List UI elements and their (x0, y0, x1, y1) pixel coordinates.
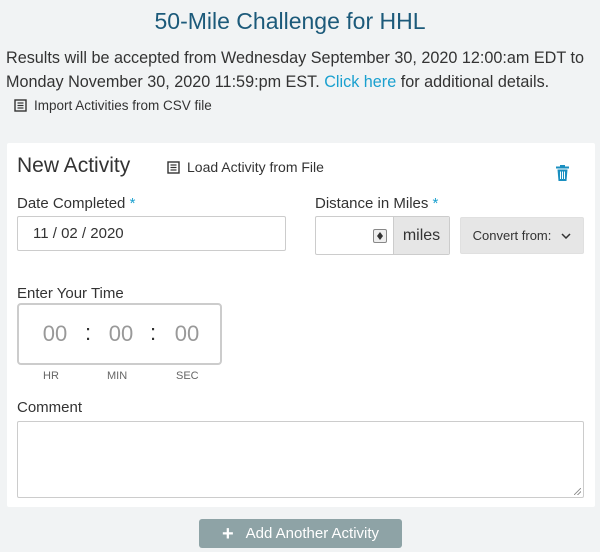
date-field[interactable] (17, 216, 286, 251)
document-icon (14, 99, 27, 112)
required-mark: * (129, 195, 136, 212)
plus-icon: + (221, 522, 234, 545)
page-title: 50-Mile Challenge for HHL (154, 8, 426, 34)
date-label: Date Completed * (17, 195, 135, 212)
distance-label-text: Distance in Miles (315, 195, 429, 212)
hours-field[interactable]: 00 (33, 321, 77, 347)
details-link[interactable]: Click here (324, 73, 396, 91)
seconds-caption: SEC (176, 370, 199, 382)
time-label: Enter Your Time (17, 285, 124, 302)
time-separator: : (85, 320, 92, 345)
minutes-caption: MIN (107, 370, 128, 382)
document-icon (167, 160, 180, 174)
distance-unit: miles (393, 217, 449, 254)
distance-group: miles (315, 216, 450, 255)
distance-spinner[interactable] (373, 229, 387, 243)
intro-suffix: for additional details. (400, 73, 550, 91)
import-label: Import Activities from CSV file (34, 98, 212, 113)
spinner-down-icon[interactable] (377, 236, 383, 240)
date-label-text: Date Completed (17, 195, 126, 212)
add-activity-button[interactable]: + Add Another Activity (199, 519, 402, 548)
hours-caption: HR (43, 370, 59, 382)
comment-label: Comment (17, 399, 83, 416)
convert-label: Convert from: (472, 228, 552, 243)
intro-text: Results will be accepted from Wednesday … (6, 46, 596, 94)
load-activity-label: Load Activity from File (187, 159, 324, 175)
distance-label: Distance in Miles * (315, 195, 438, 212)
load-activity-button[interactable]: Load Activity from File (167, 159, 324, 175)
activity-heading: New Activity (17, 154, 131, 177)
comment-textarea[interactable] (17, 421, 584, 498)
trash-icon[interactable] (556, 165, 569, 181)
time-input-group: 00 : 00 : 00 (17, 303, 222, 365)
add-activity-label: Add Another Activity (245, 525, 380, 542)
distance-input[interactable] (316, 217, 393, 254)
import-csv-link[interactable]: Import Activities from CSV file (14, 98, 212, 113)
required-mark: * (432, 195, 439, 212)
seconds-field[interactable]: 00 (165, 321, 209, 347)
time-separator: : (150, 320, 157, 345)
resize-handle-icon[interactable] (574, 488, 581, 495)
convert-from-dropdown[interactable]: Convert from: (460, 217, 584, 254)
chevron-down-icon (561, 232, 571, 239)
minutes-field[interactable]: 00 (99, 321, 143, 347)
activity-card: New Activity Load Activity from File Dat… (7, 143, 595, 507)
